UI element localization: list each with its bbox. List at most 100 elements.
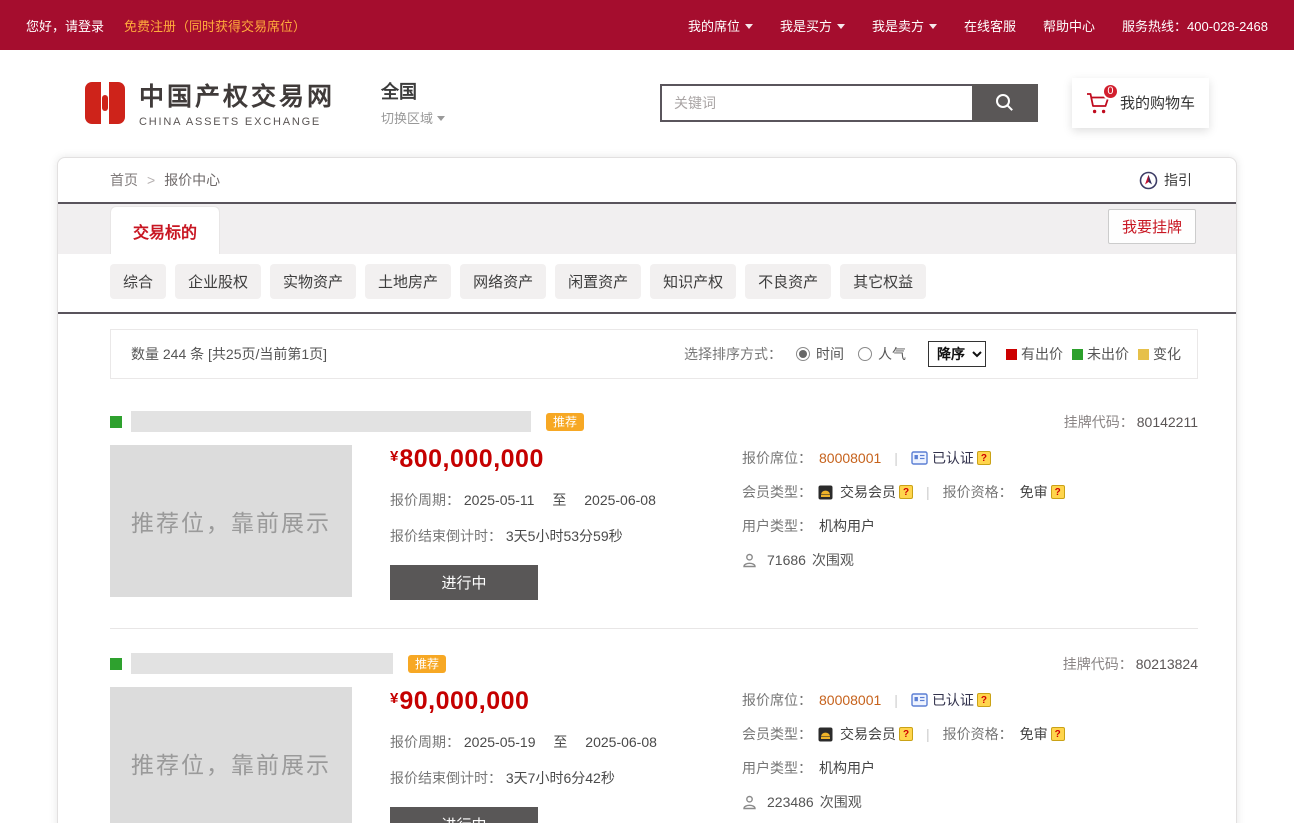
status-legend: 有出价 未出价 变化 bbox=[1006, 344, 1181, 364]
listing-price: 90,000,000 bbox=[399, 687, 529, 715]
listing-thumbnail[interactable]: 推荐位，靠前展示 bbox=[110, 445, 352, 597]
period-end-date: 2025-06-08 bbox=[584, 492, 656, 508]
category-other-rights[interactable]: 其它权益 bbox=[840, 264, 926, 299]
help-icon[interactable] bbox=[977, 451, 991, 465]
changed-color-swatch bbox=[1138, 349, 1149, 360]
search-input[interactable] bbox=[660, 84, 972, 122]
breadcrumb-current: 报价中心 bbox=[164, 170, 220, 190]
user-type-label: 用户类型： bbox=[742, 516, 812, 536]
seat-label: 报价席位： bbox=[742, 690, 812, 710]
cart-label: 我的购物车 bbox=[1120, 92, 1195, 113]
category-physical-assets[interactable]: 实物资产 bbox=[270, 264, 356, 299]
category-network-assets[interactable]: 网络资产 bbox=[460, 264, 546, 299]
guide-button[interactable]: 指引 bbox=[1139, 170, 1192, 190]
seat-number-link[interactable]: 80008001 bbox=[819, 450, 881, 466]
divider: | bbox=[926, 484, 930, 500]
view-count-suffix: 次围观 bbox=[820, 792, 862, 812]
my-seat-label: 我的席位 bbox=[688, 16, 740, 35]
listing-thumbnail[interactable]: 推荐位，靠前展示 bbox=[110, 687, 352, 823]
register-link[interactable]: 免费注册（同时获得交易席位） bbox=[124, 16, 306, 35]
has-bid-label: 有出价 bbox=[1021, 344, 1063, 364]
listing-title-placeholder[interactable] bbox=[131, 411, 531, 432]
help-icon[interactable] bbox=[1051, 485, 1065, 499]
user-type-value: 机构用户 bbox=[819, 516, 875, 536]
listing-list: 推荐 挂牌代码：80142211 推荐位，靠前展示 ¥800,000,000 报… bbox=[58, 387, 1236, 823]
member-medal-icon bbox=[818, 485, 833, 500]
online-service-link[interactable]: 在线客服 bbox=[964, 16, 1016, 35]
seat-label: 报价席位： bbox=[742, 448, 812, 468]
cart-icon: 0 bbox=[1086, 90, 1113, 116]
view-count-suffix: 次围观 bbox=[812, 550, 854, 570]
site-logo[interactable]: 中国产权交易网 CHINA ASSETS EXCHANGE bbox=[85, 77, 335, 128]
guide-label: 指引 bbox=[1164, 170, 1192, 190]
qualification-label: 报价资格： bbox=[943, 482, 1013, 502]
in-progress-button[interactable]: 进行中 bbox=[390, 807, 538, 823]
period-end-date: 2025-06-08 bbox=[585, 734, 657, 750]
search-bar bbox=[660, 84, 1038, 122]
period-label: 报价周期： bbox=[390, 734, 460, 750]
certified-label: 已认证 bbox=[932, 690, 974, 710]
breadcrumb-home[interactable]: 首页 bbox=[110, 170, 138, 190]
order-select[interactable]: 降序 bbox=[928, 341, 986, 367]
member-type-label: 会员类型： bbox=[742, 724, 812, 744]
search-button[interactable] bbox=[972, 84, 1038, 122]
my-seat-menu[interactable]: 我的席位 bbox=[688, 16, 753, 35]
sort-bar: 数量 244 条 [共25页/当前第1页] 选择排序方式： 时间 人气 降序 有… bbox=[110, 329, 1198, 379]
user-type-label: 用户类型： bbox=[742, 758, 812, 778]
seller-menu[interactable]: 我是卖方 bbox=[872, 16, 937, 35]
chevron-down-icon bbox=[837, 24, 845, 29]
cart-button[interactable]: 0 我的购物车 bbox=[1072, 78, 1209, 128]
listing-code-value: 80213824 bbox=[1136, 656, 1198, 672]
seat-number-link[interactable]: 80008001 bbox=[819, 692, 881, 708]
result-count: 数量 244 条 [共25页/当前第1页] bbox=[131, 344, 327, 364]
chevron-down-icon bbox=[437, 116, 445, 121]
buyer-menu[interactable]: 我是买方 bbox=[780, 16, 845, 35]
listing-price: 800,000,000 bbox=[399, 445, 544, 473]
chevron-down-icon bbox=[929, 24, 937, 29]
id-card-icon bbox=[911, 451, 928, 465]
category-all[interactable]: 综合 bbox=[110, 264, 166, 299]
sort-time-radio[interactable] bbox=[796, 347, 810, 361]
category-intellectual-property[interactable]: 知识产权 bbox=[650, 264, 736, 299]
help-icon[interactable] bbox=[1051, 727, 1065, 741]
list-asset-button[interactable]: 我要挂牌 bbox=[1108, 209, 1196, 244]
sort-popularity-label[interactable]: 人气 bbox=[878, 344, 906, 364]
listing-card: 推荐 挂牌代码：80213824 推荐位，靠前展示 ¥90,000,000 报价… bbox=[110, 628, 1198, 823]
divider: | bbox=[926, 726, 930, 742]
category-land-property[interactable]: 土地房产 bbox=[365, 264, 451, 299]
category-equity[interactable]: 企业股权 bbox=[175, 264, 261, 299]
listing-code-value: 80142211 bbox=[1137, 414, 1198, 430]
changed-label: 变化 bbox=[1153, 344, 1181, 364]
sort-label: 选择排序方式： bbox=[684, 344, 782, 364]
sort-popularity-radio[interactable] bbox=[858, 347, 872, 361]
help-icon[interactable] bbox=[899, 485, 913, 499]
category-distressed-assets[interactable]: 不良资产 bbox=[745, 264, 831, 299]
member-type-value: 交易会员 bbox=[840, 482, 896, 502]
viewer-icon bbox=[742, 795, 757, 810]
logo-icon bbox=[85, 82, 125, 124]
in-progress-button[interactable]: 进行中 bbox=[390, 565, 538, 600]
member-type-label: 会员类型： bbox=[742, 482, 812, 502]
site-name: 中国产权交易网 bbox=[139, 77, 335, 113]
breadcrumb: 首页 > 报价中心 指引 bbox=[58, 158, 1236, 204]
search-icon bbox=[994, 92, 1015, 113]
help-icon[interactable] bbox=[899, 727, 913, 741]
tab-trading-targets[interactable]: 交易标的 bbox=[110, 206, 220, 254]
site-name-en: CHINA ASSETS EXCHANGE bbox=[139, 116, 335, 128]
help-center-link[interactable]: 帮助中心 bbox=[1043, 16, 1095, 35]
cart-count-badge: 0 bbox=[1102, 83, 1119, 100]
category-idle-assets[interactable]: 闲置资产 bbox=[555, 264, 641, 299]
period-start-date: 2025-05-11 bbox=[464, 492, 535, 508]
compass-icon bbox=[1139, 171, 1158, 190]
period-to: 至 bbox=[552, 492, 566, 508]
login-link[interactable]: 您好，请登录 bbox=[26, 16, 104, 35]
region-switcher[interactable]: 切换区域 bbox=[381, 108, 445, 127]
help-icon[interactable] bbox=[977, 693, 991, 707]
listing-title-placeholder[interactable] bbox=[131, 653, 393, 674]
viewer-icon bbox=[742, 553, 757, 568]
qualification-value: 免审 bbox=[1020, 482, 1048, 502]
no-bid-status-square bbox=[110, 658, 122, 670]
sort-time-label[interactable]: 时间 bbox=[816, 344, 844, 364]
has-bid-color-swatch bbox=[1006, 349, 1017, 360]
buyer-label: 我是买方 bbox=[780, 16, 832, 35]
